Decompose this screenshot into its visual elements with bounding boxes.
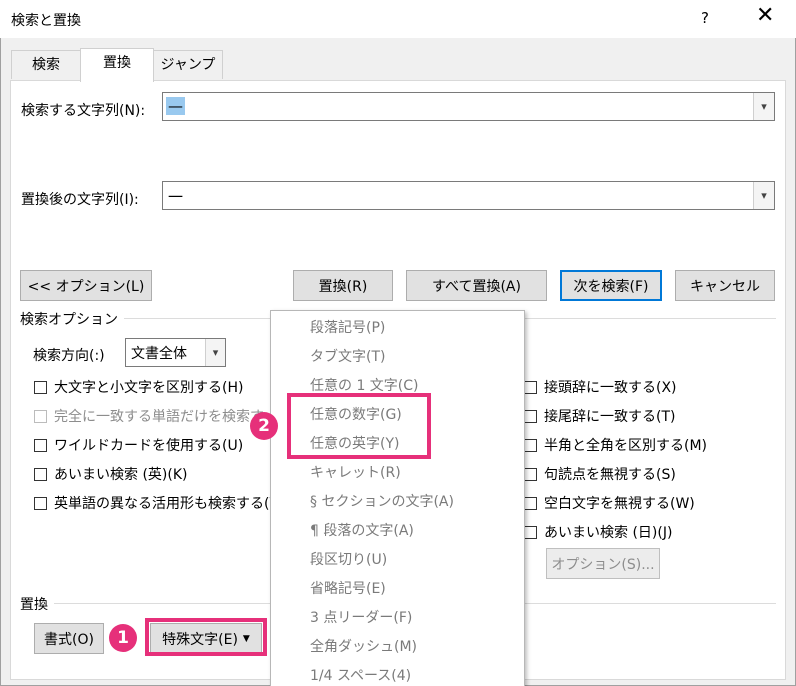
step-badge-two: 2 — [250, 412, 278, 440]
find-value[interactable]: — — [166, 97, 185, 115]
checkbox-fuzzy-ja[interactable]: あいまい検索 (日)(J) — [524, 522, 672, 542]
step-badge-one: 1 — [109, 624, 137, 652]
checkbox-space[interactable]: 空白文字を無視する(W) — [524, 493, 695, 513]
help-button[interactable]: ? — [701, 9, 709, 27]
menu-item[interactable]: 3 点リーダー(F) — [310, 607, 412, 627]
checkbox-prefix[interactable]: 接頭辞に一致する(X) — [524, 377, 677, 397]
close-icon[interactable]: ✕ — [756, 5, 774, 27]
checkbox-label: あいまい検索 (英)(K) — [54, 467, 188, 483]
checkbox-word-forms[interactable]: 英単語の異なる活用形も検索する(Y — [34, 493, 278, 513]
options-toggle-button[interactable]: << オプション(L) — [20, 270, 152, 301]
format-button[interactable]: 書式(O) — [34, 623, 104, 654]
checkbox-label: 接尾辞に一致する(T) — [544, 409, 676, 425]
checkbox-width[interactable]: 半角と全角を区別する(M) — [524, 435, 707, 455]
replace-label: 置換後の文字列(I): — [21, 192, 139, 208]
checkbox-label: 大文字と小文字を区別する(H) — [54, 380, 244, 396]
menu-item[interactable]: キャレット(R) — [310, 462, 401, 482]
window-title: 検索と置換 — [11, 13, 81, 29]
find-label: 検索する文字列(N): — [21, 103, 146, 119]
checkbox-box[interactable] — [524, 409, 537, 423]
menu-item[interactable]: 段落記号(P) — [310, 317, 385, 337]
chevron-down-icon[interactable]: ▾ — [753, 182, 774, 209]
find-combo[interactable]: — ▾ — [162, 92, 775, 121]
checkbox-box[interactable] — [524, 438, 537, 452]
checkbox-box[interactable] — [34, 496, 47, 510]
checkbox-box[interactable] — [524, 525, 537, 539]
checkbox-wildcards[interactable]: ワイルドカードを使用する(U) — [34, 435, 243, 455]
checkbox-suffix[interactable]: 接尾辞に一致する(T) — [524, 406, 675, 426]
chevron-down-icon[interactable]: ▾ — [753, 93, 774, 120]
fuzzy-options-button[interactable]: オプション(S)... — [546, 548, 660, 579]
checkbox-punct[interactable]: 句読点を無視する(S) — [524, 464, 676, 484]
menu-item[interactable]: ¶ 段落の文字(A) — [310, 520, 414, 540]
checkbox-fuzzy-en[interactable]: あいまい検索 (英)(K) — [34, 464, 187, 484]
checkbox-label: 半角と全角を区別する(M) — [544, 438, 708, 454]
checkbox-box[interactable] — [524, 380, 537, 394]
highlight-box-special — [145, 618, 267, 656]
menu-item[interactable]: § セクションの文字(A) — [310, 491, 454, 511]
direction-select[interactable]: 文書全体 ▾ — [125, 338, 226, 367]
checkbox-box[interactable] — [524, 467, 537, 481]
special-characters-menu: 段落記号(P) タブ文字(T) 任意の 1 文字(C) 任意の数字(G) 任意の… — [270, 310, 525, 686]
checkbox-label: ワイルドカードを使用する(U) — [54, 438, 244, 454]
checkbox-label: あいまい検索 (日)(J) — [544, 525, 673, 541]
replace-all-button[interactable]: すべて置換(A) — [406, 270, 547, 301]
menu-item[interactable]: 段区切り(U) — [310, 549, 387, 569]
replace-group-label: 置換 — [20, 594, 54, 614]
highlight-box-menu — [287, 393, 431, 459]
menu-item[interactable]: 任意の 1 文字(C) — [310, 375, 419, 395]
tab-find[interactable]: 検索 — [11, 50, 81, 79]
search-options-label: 検索オプション — [20, 309, 124, 329]
chevron-down-icon[interactable]: ▾ — [205, 339, 225, 366]
title-bar — [0, 0, 796, 38]
checkbox-box[interactable] — [34, 380, 47, 394]
menu-item[interactable]: タブ文字(T) — [310, 346, 385, 366]
checkbox-label: 完全に一致する単語だけを検索す — [54, 409, 264, 425]
checkbox-label: 空白文字を無視する(W) — [544, 496, 695, 512]
find-next-button[interactable]: 次を検索(F) — [560, 270, 662, 301]
checkbox-label: 英単語の異なる活用形も検索する(Y — [54, 496, 279, 512]
replace-value[interactable]: 一 — [166, 186, 185, 207]
checkbox-whole-word[interactable]: 完全に一致する単語だけを検索す — [34, 406, 264, 426]
checkbox-box[interactable] — [34, 467, 47, 481]
checkbox-box[interactable] — [34, 409, 47, 423]
direction-label: 検索方向(:) — [33, 348, 105, 364]
replace-button[interactable]: 置換(R) — [293, 270, 393, 301]
replace-combo[interactable]: 一 ▾ — [162, 181, 775, 210]
menu-item[interactable]: 1/4 スペース(4) — [310, 665, 411, 685]
checkbox-box[interactable] — [524, 496, 537, 510]
menu-item[interactable]: 省略記号(E) — [310, 578, 386, 598]
checkbox-match-case[interactable]: 大文字と小文字を区別する(H) — [34, 377, 243, 397]
checkbox-label: 接頭辞に一致する(X) — [544, 380, 677, 396]
checkbox-label: 句読点を無視する(S) — [544, 467, 676, 483]
checkbox-box[interactable] — [34, 438, 47, 452]
cancel-button[interactable]: キャンセル — [675, 270, 775, 301]
tab-replace[interactable]: 置換 — [80, 48, 154, 82]
menu-item[interactable]: 全角ダッシュ(M) — [310, 636, 417, 656]
direction-value: 文書全体 — [131, 346, 187, 362]
tab-goto[interactable]: ジャンプ — [153, 50, 223, 79]
